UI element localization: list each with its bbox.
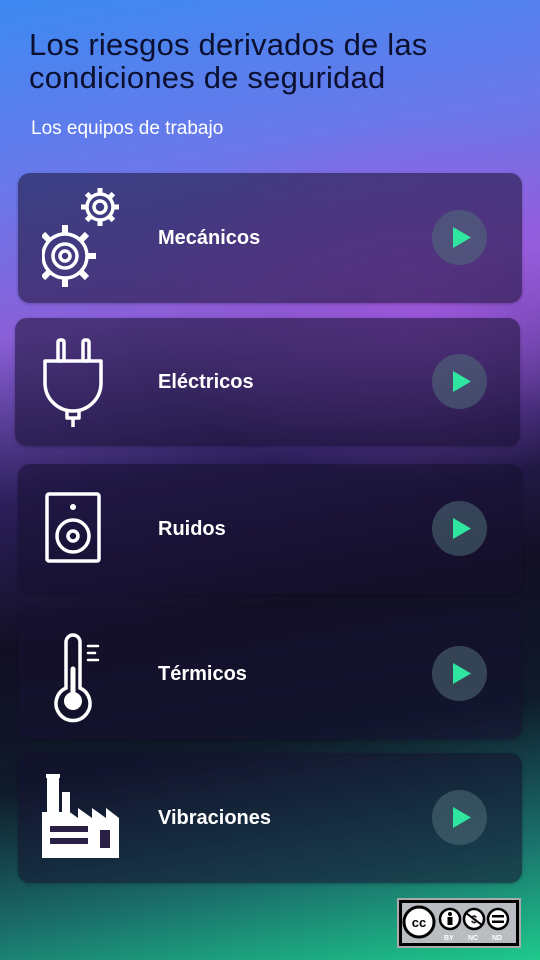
gears-icon <box>34 188 142 288</box>
page-subtitle: Los equipos de trabajo <box>31 118 224 139</box>
play-icon <box>453 807 471 828</box>
play-button[interactable] <box>432 354 487 409</box>
play-icon <box>453 518 471 539</box>
card-label: Eléctricos <box>158 371 254 393</box>
thermometer-icon <box>42 624 142 724</box>
play-button[interactable] <box>432 501 487 556</box>
card-label: Mecánicos <box>158 227 261 249</box>
plug-icon <box>39 333 139 433</box>
play-button[interactable] <box>432 210 487 265</box>
card-electricos[interactable]: Eléctricos <box>15 318 520 446</box>
play-button[interactable] <box>432 790 487 845</box>
card-label: Vibraciones <box>158 807 272 829</box>
play-icon <box>453 663 471 684</box>
card-label: Térmicos <box>158 663 247 685</box>
play-icon <box>453 227 471 248</box>
play-button[interactable] <box>432 646 487 701</box>
factory-icon <box>42 768 142 868</box>
card-termicos[interactable]: Térmicos <box>18 609 522 739</box>
cc-nc-label: NC <box>468 935 479 942</box>
page-title: Los riesgos derivados de las condiciones… <box>29 27 428 95</box>
card-vibraciones[interactable]: Vibraciones <box>18 753 522 883</box>
cc-license-badge[interactable]: cc $ BY NC ND <box>397 898 521 948</box>
speaker-icon <box>42 479 142 579</box>
card-ruidos[interactable]: Ruidos <box>18 464 522 594</box>
card-label: Ruidos <box>158 518 226 540</box>
cc-by-label: BY <box>444 935 454 942</box>
play-icon <box>453 371 471 392</box>
cc-text: cc <box>412 915 426 930</box>
cc-nd-label: ND <box>492 935 503 942</box>
card-mecanicos[interactable]: Mecánicos <box>18 173 522 303</box>
